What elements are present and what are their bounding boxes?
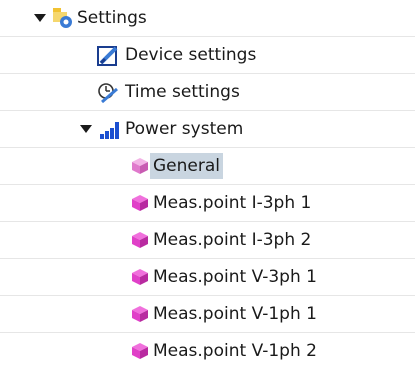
- tree-node-label: Device settings: [125, 45, 257, 65]
- tree-node-meas-point-v3ph1[interactable]: Meas.point V-3ph 1: [0, 259, 415, 296]
- measurement-cube-icon: [130, 230, 152, 252]
- project-tree: Settings Device settings Time settings P…: [0, 0, 415, 376]
- tree-node-label: Meas.point V-1ph 1: [153, 304, 317, 324]
- tree-node-label: General: [150, 153, 223, 179]
- tree-node-meas-point-i3ph1[interactable]: Meas.point I-3ph 1: [0, 185, 415, 222]
- settings-folder-icon: [51, 6, 73, 28]
- tree-node-label: Meas.point I-3ph 1: [153, 193, 312, 213]
- measurement-cube-icon: [130, 341, 152, 363]
- tree-node-power-system[interactable]: Power system: [0, 111, 415, 148]
- tree-node-time-settings[interactable]: Time settings: [0, 74, 415, 111]
- tree-node-meas-point-v1ph2[interactable]: Meas.point V-1ph 2: [0, 333, 415, 376]
- tree-node-settings[interactable]: Settings: [0, 0, 415, 37]
- device-settings-icon: [97, 45, 119, 67]
- measurement-cube-icon: [130, 267, 152, 289]
- time-settings-icon: [97, 82, 119, 104]
- measurement-cube-icon: [130, 193, 152, 215]
- tree-node-label: Power system: [125, 119, 244, 139]
- expand-arrow-icon[interactable]: [34, 14, 46, 22]
- tree-node-general[interactable]: General: [0, 148, 415, 185]
- measurement-cube-icon: [130, 304, 152, 326]
- expand-arrow-icon[interactable]: [80, 125, 92, 133]
- tree-node-label: Meas.point I-3ph 2: [153, 230, 312, 250]
- tree-node-meas-point-i3ph2[interactable]: Meas.point I-3ph 2: [0, 222, 415, 259]
- tree-node-label: Meas.point V-1ph 2: [153, 341, 317, 361]
- tree-node-label: Settings: [77, 8, 147, 28]
- tree-node-meas-point-v1ph1[interactable]: Meas.point V-1ph 1: [0, 296, 415, 333]
- tree-node-label: Time settings: [125, 82, 240, 102]
- general-cube-icon: [130, 156, 152, 178]
- tree-node-label: Meas.point V-3ph 1: [153, 267, 317, 287]
- tree-node-device-settings[interactable]: Device settings: [0, 37, 415, 74]
- power-system-icon: [99, 119, 121, 141]
